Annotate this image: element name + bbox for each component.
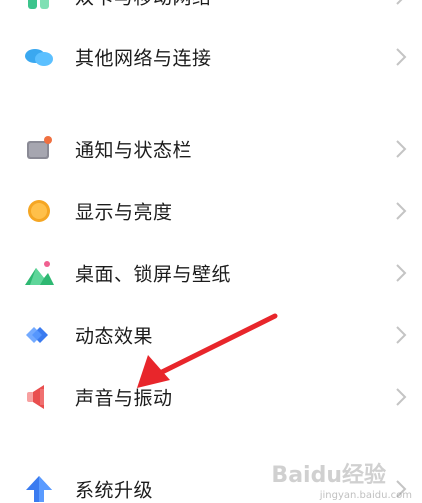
chevron-right-icon — [394, 201, 408, 221]
settings-item-system-upgrade[interactable]: 系统升级 — [0, 459, 422, 503]
settings-page: 双卡与移动网络 其他网络与连接 通知与状态栏 — [0, 0, 422, 503]
settings-item-other-networks[interactable]: 其他网络与连接 — [0, 27, 422, 87]
chevron-right-icon — [394, 479, 408, 499]
settings-item-label: 通知与状态栏 — [75, 139, 193, 162]
chevron-right-icon — [394, 139, 408, 159]
chevron-right-icon — [394, 387, 408, 407]
settings-item-label: 其他网络与连接 — [75, 47, 212, 70]
brightness-icon — [22, 194, 56, 228]
dual-sim-icon — [22, 0, 56, 13]
settings-item-label: 显示与亮度 — [75, 201, 173, 224]
cloud-connection-icon — [22, 40, 56, 74]
notification-icon — [22, 132, 56, 166]
settings-item-sound[interactable]: 声音与振动 — [0, 367, 422, 427]
settings-item-display[interactable]: 显示与亮度 — [0, 181, 422, 241]
settings-item-dual-sim[interactable]: 双卡与移动网络 — [0, 0, 422, 26]
settings-item-label: 动态效果 — [75, 325, 154, 348]
settings-item-notifications[interactable]: 通知与状态栏 — [0, 119, 422, 179]
chevron-right-icon — [394, 47, 408, 67]
chevron-right-icon — [394, 0, 408, 6]
upgrade-arrow-icon — [22, 472, 56, 503]
chevron-right-icon — [394, 325, 408, 345]
settings-item-label: 双卡与移动网络 — [75, 0, 212, 10]
settings-item-label: 系统升级 — [75, 479, 154, 502]
chevron-right-icon — [394, 263, 408, 283]
settings-item-wallpaper[interactable]: 桌面、锁屏与壁纸 — [0, 243, 422, 303]
speaker-icon — [22, 380, 56, 414]
settings-item-label: 声音与振动 — [75, 387, 173, 410]
settings-item-label: 桌面、锁屏与壁纸 — [75, 263, 232, 286]
settings-item-dynamic-effects[interactable]: 动态效果 — [0, 305, 422, 365]
dynamic-effect-icon — [22, 318, 56, 352]
wallpaper-icon — [22, 256, 56, 290]
